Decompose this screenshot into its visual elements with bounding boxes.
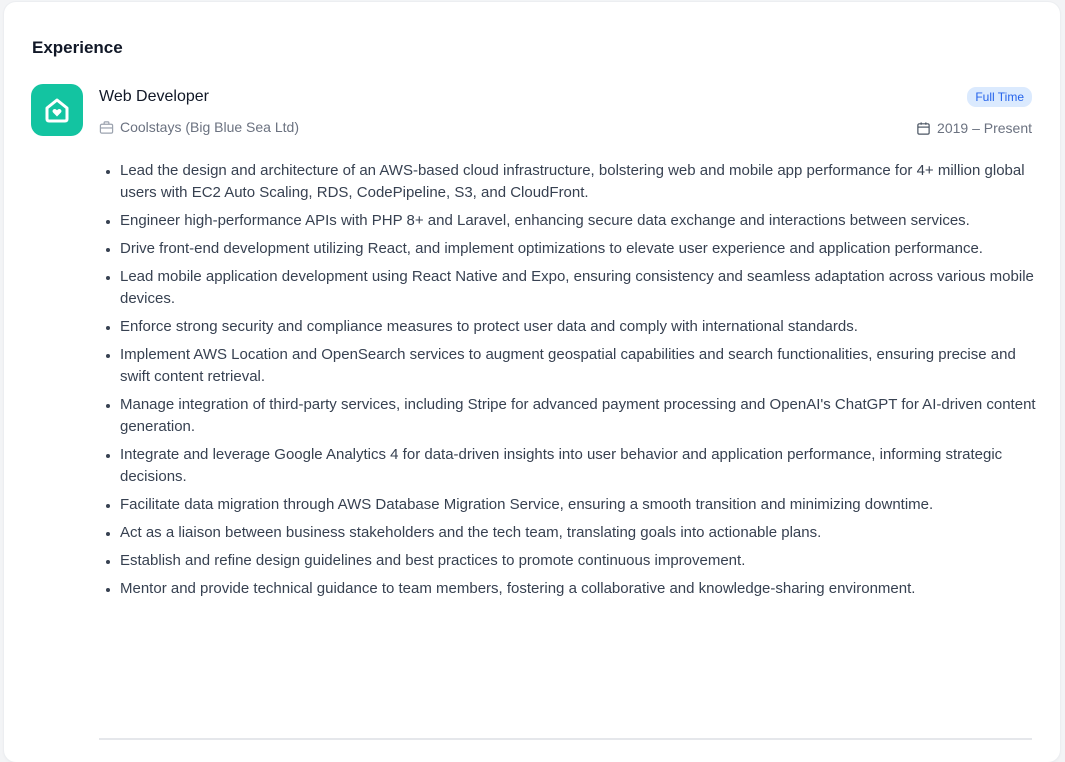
calendar-icon xyxy=(917,121,930,135)
list-item: Act as a liaison between business stakeh… xyxy=(120,522,1048,544)
responsibility-list: Lead the design and architecture of an A… xyxy=(104,160,1048,606)
list-item: Manage integration of third-party servic… xyxy=(120,394,1048,438)
briefcase-icon xyxy=(99,120,114,134)
section-title: Experience xyxy=(32,38,123,57)
company-logo xyxy=(31,84,83,136)
list-item: Drive front-end development utilizing Re… xyxy=(120,238,1048,260)
job-title: Web Developer xyxy=(99,88,209,105)
list-item: Enforce strong security and compliance m… xyxy=(120,316,1048,338)
list-item: Facilitate data migration through AWS Da… xyxy=(120,494,1048,516)
divider xyxy=(99,738,1032,740)
company-name: Coolstays (Big Blue Sea Ltd) xyxy=(120,119,299,135)
date-range: 2019 – Present xyxy=(937,120,1032,136)
list-item: Establish and refine design guidelines a… xyxy=(120,550,1048,572)
experience-card: Experience Web Developer Coolstays (Big … xyxy=(4,2,1060,762)
company-row: Coolstays (Big Blue Sea Ltd) xyxy=(99,118,299,136)
list-item: Lead mobile application development usin… xyxy=(120,266,1048,310)
list-item: Lead the design and architecture of an A… xyxy=(120,160,1048,204)
dates-row: 2019 – Present xyxy=(916,119,1032,137)
list-item: Implement AWS Location and OpenSearch se… xyxy=(120,344,1048,388)
list-item: Mentor and provide technical guidance to… xyxy=(120,578,1048,600)
list-item: Engineer high-performance APIs with PHP … xyxy=(120,210,1048,232)
home-heart-icon xyxy=(45,98,69,123)
list-item: Integrate and leverage Google Analytics … xyxy=(120,444,1048,488)
employment-type-badge: Full Time xyxy=(967,87,1032,107)
